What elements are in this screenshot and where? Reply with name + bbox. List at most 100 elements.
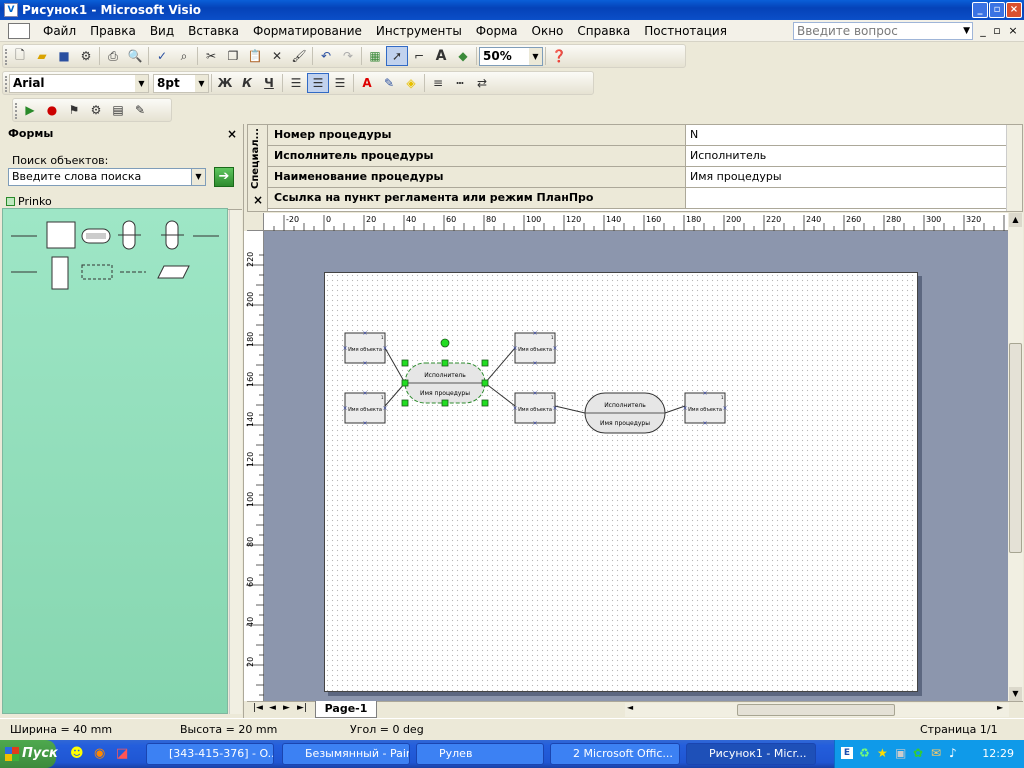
paste-icon[interactable]: 📋 [244,46,266,66]
scroll-thumb[interactable] [1009,343,1022,553]
chevron-down-icon[interactable]: ▼ [963,23,970,39]
open-folder-icon[interactable]: ▰ [31,46,53,66]
line-color-icon[interactable]: ✎ [378,73,400,93]
quicklaunch-icon[interactable]: ◪ [116,746,128,761]
vba-editor-icon[interactable]: ⚙ [85,100,107,120]
chevron-down-icon[interactable]: ▼ [135,74,148,92]
stencil-masters[interactable] [3,209,229,299]
undo-icon[interactable]: ↶ [315,46,337,66]
scroll-thumb[interactable] [737,704,895,716]
minimize-button[interactable]: _ [972,2,988,18]
align-right-icon[interactable]: ☰ [329,73,351,93]
tray-icon[interactable]: ▣ [895,746,906,760]
security-icon[interactable]: ⚑ [63,100,85,120]
research-icon[interactable]: ⌕ [173,46,195,66]
menu-window[interactable]: Окно [525,20,571,42]
menu-format[interactable]: Форматирование [246,20,369,42]
shape-data-scrollbar[interactable] [1006,125,1022,211]
close-icon[interactable]: × [253,193,263,207]
permission-icon[interactable]: ⚙ [75,46,97,66]
next-page-icon[interactable]: ► [283,703,290,713]
fill-color-icon[interactable]: ◈ [400,73,422,93]
zoom-combo[interactable]: 50% ▼ [479,46,543,66]
menu-postnotation[interactable]: Постнотация [637,20,734,42]
copy-icon[interactable]: ❐ [222,46,244,66]
shape-data-row[interactable]: Наименование процедуры Имя процедуры [268,167,1006,188]
language-icon[interactable]: E [841,747,853,759]
menu-tools[interactable]: Инструменты [369,20,469,42]
chevron-down-icon[interactable]: ▼ [529,47,542,65]
start-button[interactable]: Пуск [0,740,58,768]
shapes-pane-scrollbar[interactable] [229,210,242,714]
shape-data-row[interactable]: Ссылка на пункт регламента или режим Пла… [268,188,1006,209]
restore-button[interactable]: ▫ [989,2,1005,18]
volume-icon[interactable]: ♪ [949,746,957,760]
design-mode-icon[interactable]: ▤ [107,100,129,120]
search-go-button[interactable]: ➔ [214,167,234,187]
tray-icon[interactable]: ✿ [913,746,923,760]
line-pattern-icon[interactable]: ┅ [449,73,471,93]
pointer-tool-icon[interactable]: ➚ [386,46,408,66]
font-combo[interactable]: Arial ▼ [9,73,149,93]
print-icon[interactable]: ⎙ [102,46,124,66]
fill-shape-icon[interactable]: ◆ [452,46,474,66]
cut-icon[interactable]: ✂ [200,46,222,66]
task-button[interactable]: Безымянный - Paint [282,743,410,765]
font-color-icon[interactable]: A [356,73,378,93]
format-painter-icon[interactable]: 🖌 [288,46,310,66]
property-value[interactable]: Имя процедуры [688,167,1006,187]
shape-data-row[interactable]: Исполнитель процедуры Исполнитель [268,146,1006,167]
task-button[interactable]: Рулев [416,743,544,765]
spelling-icon[interactable]: ✓ [151,46,173,66]
align-left-icon[interactable]: ☰ [285,73,307,93]
scroll-right-icon[interactable]: ► [997,703,1003,712]
save-icon[interactable]: ■ [53,46,75,66]
shape-data-row[interactable]: Номер процедуры N [268,125,1006,146]
visio-app-icon[interactable]: V [4,3,18,17]
ask-question-input[interactable]: Введите вопрос ▼ [793,22,973,40]
menu-file[interactable]: Файл [36,20,83,42]
drawing-page[interactable]: Имя объекта 1 × × × × Имя объекта 1 × × × × Имя объе… [324,272,918,692]
close-button[interactable]: × [1006,2,1022,18]
messenger-icon[interactable]: ☻ [70,746,84,761]
line-ends-icon[interactable]: ⇄ [471,73,493,93]
underline-button[interactable]: Ч [258,73,280,93]
line-weight-icon[interactable]: ≡ [427,73,449,93]
scroll-up-icon[interactable]: ▲ [1009,213,1022,227]
tray-icon[interactable]: ♻ [859,746,870,760]
text-tool-icon[interactable]: A [430,46,452,66]
property-value[interactable]: Исполнитель [688,146,1006,166]
first-page-icon[interactable]: |◄ [253,703,263,713]
close-icon[interactable]: × [227,127,237,141]
help-icon[interactable]: ❓ [548,46,570,66]
task-button[interactable]: 2 Microsoft Offic... [550,743,680,765]
task-button[interactable]: [343-415-376] - O... [146,743,274,765]
run-macro-icon[interactable]: ▶ [19,100,41,120]
shapes-window-icon[interactable]: ▦ [364,46,386,66]
tray-icon[interactable]: ✉ [931,746,941,760]
doc-restore-button[interactable]: ▫ [990,24,1004,38]
chevron-down-icon[interactable]: ▼ [195,74,208,92]
tray-icon[interactable]: ★ [877,746,888,760]
menu-insert[interactable]: Вставка [181,20,246,42]
tab-page-1[interactable]: Page-1 [315,701,377,718]
search-input[interactable]: Введите слова поиска ▼ [8,168,206,186]
drawing-vertical-scrollbar[interactable]: ▲ ▼ [1008,213,1023,701]
doc-minimize-button[interactable]: _ [976,24,990,38]
property-value[interactable] [688,188,1006,208]
vertical-ruler[interactable]: 220 200 180 160 140 120 100 80 60 40 20 [244,231,264,701]
doc-close-button[interactable]: × [1006,24,1020,38]
scroll-down-icon[interactable]: ▼ [1009,687,1022,701]
italic-button[interactable]: К [236,73,258,93]
print-preview-icon[interactable]: 🔍 [124,46,146,66]
redo-icon[interactable]: ↷ [337,46,359,66]
ruler-corner[interactable] [247,213,264,231]
document-icon[interactable] [8,22,30,39]
font-size-combo[interactable]: 8pt ▼ [153,73,209,93]
menu-edit[interactable]: Правка [83,20,143,42]
record-macro-icon[interactable]: ● [41,100,63,120]
scroll-left-icon[interactable]: ◄ [627,703,633,712]
edit-icon[interactable]: ✎ [129,100,151,120]
delete-icon[interactable]: ✕ [266,46,288,66]
diagram[interactable]: Имя объекта1××× ×Имя объекта1××× ×Имя объе… [325,273,919,693]
